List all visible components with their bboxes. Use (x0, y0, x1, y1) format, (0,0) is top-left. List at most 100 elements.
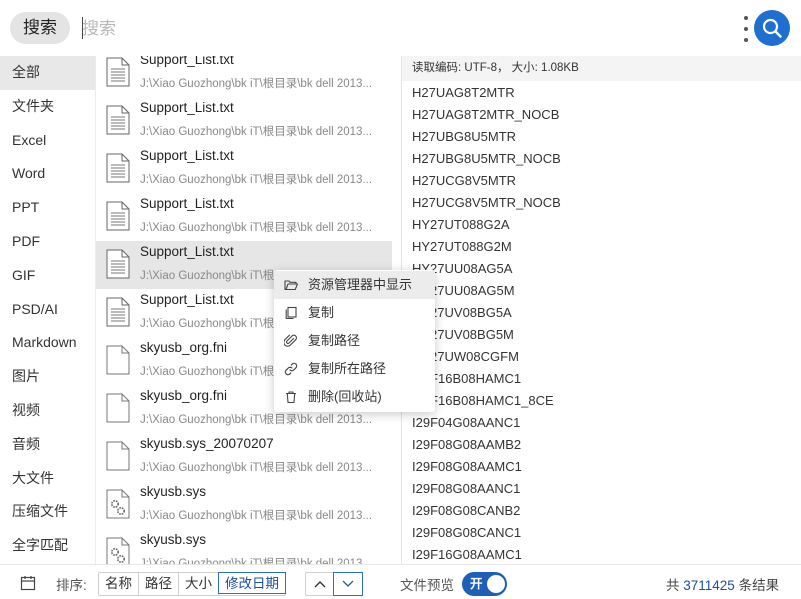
result-row[interactable]: skyusb.sys J:\Xiao Guozhong\bk iT\根目录\bk … (96, 529, 392, 564)
sort-options: 名称 路径 大小 修改日期 (98, 572, 286, 596)
menu-item-label: 复制路径 (308, 333, 361, 348)
category-pdf[interactable]: PDF (0, 225, 95, 259)
system-file-icon (106, 489, 130, 519)
result-row[interactable]: skyusb.sys J:\Xiao Guozhong\bk iT\根目录\bk … (96, 481, 392, 529)
blank-file-icon (106, 393, 130, 423)
preview-line: I29F08G08AAMC1 (412, 459, 522, 474)
system-file-icon (106, 537, 130, 564)
magnifier-icon (762, 18, 782, 38)
preview-line: HY27UV08BG5A (412, 305, 512, 320)
file-name: Support_List.txt (140, 244, 234, 259)
category-whole-word[interactable]: 全字匹配 (0, 529, 95, 563)
descending-button[interactable] (333, 572, 363, 596)
category-all[interactable]: 全部 (0, 56, 95, 90)
text-file-icon (106, 105, 130, 135)
category-markdown[interactable]: Markdown (0, 326, 95, 360)
ascending-button[interactable] (306, 573, 334, 595)
file-name: skyusb.sys (140, 484, 207, 499)
file-preview-pane: 读取编码: UTF-8， 大小: 1.08KB H27UAG8T2MTR H27U… (401, 56, 801, 564)
category-images[interactable]: 图片 (0, 360, 95, 394)
preview-line: HY27UU08AG5M (412, 283, 515, 298)
preview-line: I29F16B08HAMC1 (412, 371, 522, 386)
result-row[interactable]: Support_List.txt J:\Xiao Guozhong\bk iT\根… (96, 193, 392, 241)
preview-line: HY27UU08AG5A (412, 261, 513, 276)
category-ppt[interactable]: PPT (0, 191, 95, 225)
menu-item-label: 删除(回收站) (308, 389, 382, 404)
menu-copy[interactable]: 复制 (274, 299, 435, 327)
blank-file-icon (106, 345, 130, 375)
preview-content: H27UAG8T2MTR H27UAG8T2MTR_NOCB H27UBG8U5MT… (412, 82, 797, 564)
file-name: Support_List.txt (140, 196, 234, 211)
paperclip-icon (284, 334, 297, 347)
menu-item-label: 复制所在路径 (308, 361, 387, 376)
sort-label: 排序: (56, 578, 87, 593)
preview-line: I29F16G08AAMC1 (412, 547, 522, 562)
category-folder[interactable]: 文件夹 (0, 90, 95, 124)
text-file-icon (106, 153, 130, 183)
preview-line: H27UCG8V5MTR_NOCB (412, 195, 561, 210)
preview-line: H27UBG8U5MTR_NOCB (412, 151, 561, 166)
preview-line: I29F08G08AANC1 (412, 481, 521, 496)
search-button[interactable] (754, 10, 790, 46)
preview-line: I29F04G08AANC1 (412, 415, 521, 430)
sort-order (305, 572, 363, 596)
folder-open-icon (284, 280, 298, 291)
category-sidebar: 全部 文件夹 Excel Word PPT PDF GIF PSD/AI Mar… (0, 56, 96, 564)
file-path: J:\Xiao Guozhong\bk iT\根目录\bk dell 2013.… (140, 414, 373, 426)
sort-by-size-button[interactable]: 大小 (179, 573, 219, 595)
file-preview-toggle[interactable]: 开 (462, 572, 507, 596)
sort-by-name-button[interactable]: 名称 (99, 573, 139, 595)
result-row[interactable]: Support_List.txt J:\Xiao Guozhong\bk iT\根… (96, 145, 392, 193)
result-row[interactable]: Support_List.txt J:\Xiao Guozhong\bk iT\根… (96, 97, 392, 145)
file-path: J:\Xiao Guozhong\bk iT\根目录\bk dell 2013.… (140, 78, 373, 90)
preview-line: I29F08G08CANC1 (412, 525, 522, 540)
text-file-icon (106, 297, 130, 327)
category-word[interactable]: Word (0, 157, 95, 191)
file-path: J:\Xiao Guozhong\bk iT\根目录\bk dell 2013.… (140, 510, 373, 522)
category-archives[interactable]: 压缩文件 (0, 495, 95, 529)
blank-file-icon (106, 441, 130, 471)
calendar-icon[interactable] (20, 575, 36, 591)
preview-line: HY27UT088G2A (412, 217, 510, 232)
result-count-prefix: 共 (666, 578, 680, 593)
link-icon (284, 362, 298, 376)
sort-by-modified-date-button[interactable]: 修改日期 (218, 572, 286, 594)
result-count: 共 3711425 条结果 (666, 574, 779, 594)
search-mode-chip[interactable]: 搜索 (10, 12, 70, 44)
toggle-knob (487, 575, 505, 593)
text-file-icon (106, 57, 130, 87)
category-gif[interactable]: GIF (0, 259, 95, 293)
category-video[interactable]: 视频 (0, 394, 95, 428)
preview-line: HY27UV08BG5M (412, 327, 514, 342)
result-row[interactable]: Support_List.txt J:\Xiao Guozhong\bk iT\根… (96, 56, 392, 97)
file-path: J:\Xiao Guozhong\bk iT\根目录\bk dell 2013.… (140, 222, 373, 234)
category-large-files[interactable]: 大文件 (0, 462, 95, 496)
menu-item-label: 资源管理器中显示 (308, 277, 413, 292)
category-audio[interactable]: 音频 (0, 428, 95, 462)
more-menu-icon[interactable] (741, 16, 751, 42)
search-bar: 搜索 (0, 0, 801, 56)
text-file-icon (106, 201, 130, 231)
preview-line: HY27UT088G2M (412, 239, 512, 254)
search-input[interactable] (82, 14, 722, 44)
preview-line: H27UCG8V5MTR (412, 173, 517, 188)
context-menu: 资源管理器中显示 复制 复制路径 复制所在路径 删除(回收站) (274, 270, 435, 412)
category-psd-ai[interactable]: PSD/AI (0, 293, 95, 327)
file-name: skyusb.sys (140, 532, 207, 547)
chevron-up-icon (314, 581, 325, 588)
menu-copy-parent-path[interactable]: 复制所在路径 (274, 355, 435, 383)
file-name: skyusb_org.fni (140, 388, 228, 403)
menu-show-in-explorer[interactable]: 资源管理器中显示 (274, 271, 435, 299)
file-name: skyusb.sys_20070207 (140, 436, 274, 451)
file-preview-label: 文件预览 (400, 578, 454, 593)
menu-copy-path[interactable]: 复制路径 (274, 327, 435, 355)
result-row[interactable]: skyusb.sys_20070207 J:\Xiao Guozhong\bk i… (96, 433, 392, 481)
toggle-state-text: 开 (470, 577, 483, 591)
category-excel[interactable]: Excel (0, 124, 95, 158)
file-name: skyusb_org.fni (140, 340, 228, 355)
text-cursor (82, 17, 83, 39)
menu-delete-to-recycle-bin[interactable]: 删除(回收站) (274, 383, 435, 411)
sort-by-path-button[interactable]: 路径 (139, 573, 179, 595)
file-name: Support_List.txt (140, 292, 234, 307)
file-name: Support_List.txt (140, 56, 234, 67)
